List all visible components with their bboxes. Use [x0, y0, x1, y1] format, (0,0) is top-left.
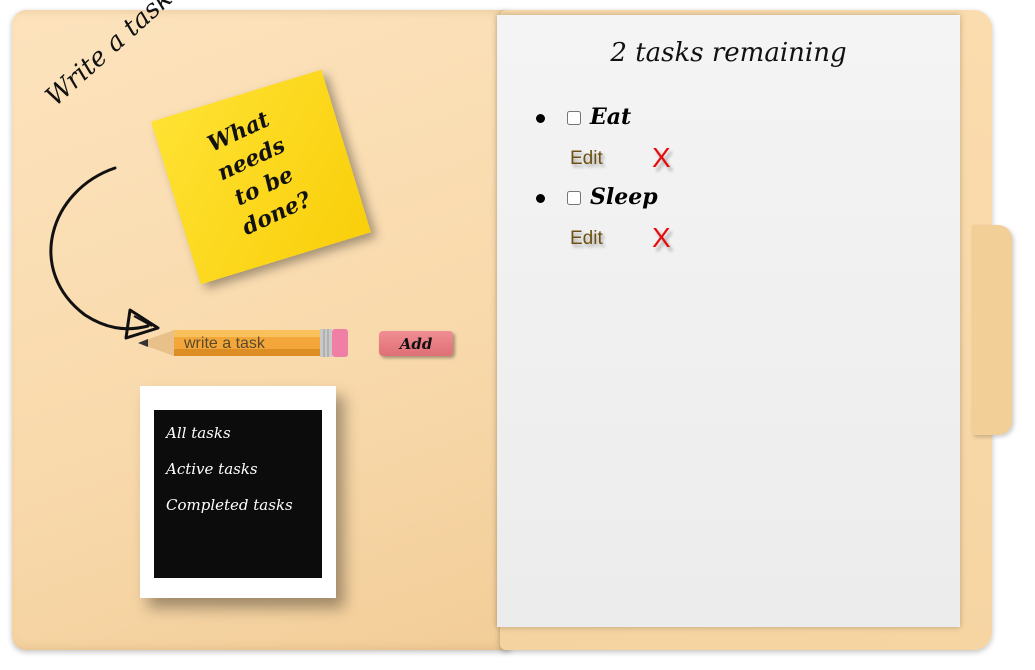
bullet-icon [536, 114, 545, 123]
edit-task-button[interactable]: Edit [570, 228, 603, 250]
task-item: Sleep Edit X [536, 184, 936, 264]
task-checkbox[interactable] [567, 191, 581, 205]
task-list: Eat Edit X Sleep Edit X [536, 104, 936, 264]
filter-polaroid: All tasks Active tasks Completed tasks [140, 386, 336, 598]
sticky-note-text: What needs to be done? [203, 106, 316, 241]
edit-task-button[interactable]: Edit [570, 148, 603, 170]
filter-completed-tasks[interactable]: Completed tasks [166, 496, 322, 514]
add-button[interactable]: Add [379, 331, 453, 356]
tasks-remaining-heading: 2 tasks remaining [610, 38, 847, 68]
delete-task-button[interactable]: X [652, 222, 671, 254]
bullet-icon [536, 194, 545, 203]
folder-tab [972, 225, 1012, 435]
hand-drawn-arrow-icon [49, 166, 160, 340]
task-checkbox[interactable] [567, 111, 581, 125]
task-name: Sleep [590, 184, 658, 210]
task-input[interactable] [180, 333, 316, 355]
filter-panel: All tasks Active tasks Completed tasks [154, 410, 322, 578]
task-name: Eat [590, 104, 632, 130]
filter-all-tasks[interactable]: All tasks [166, 424, 322, 442]
filter-active-tasks[interactable]: Active tasks [166, 460, 322, 478]
delete-task-button[interactable]: X [652, 142, 671, 174]
task-item: Eat Edit X [536, 104, 936, 184]
